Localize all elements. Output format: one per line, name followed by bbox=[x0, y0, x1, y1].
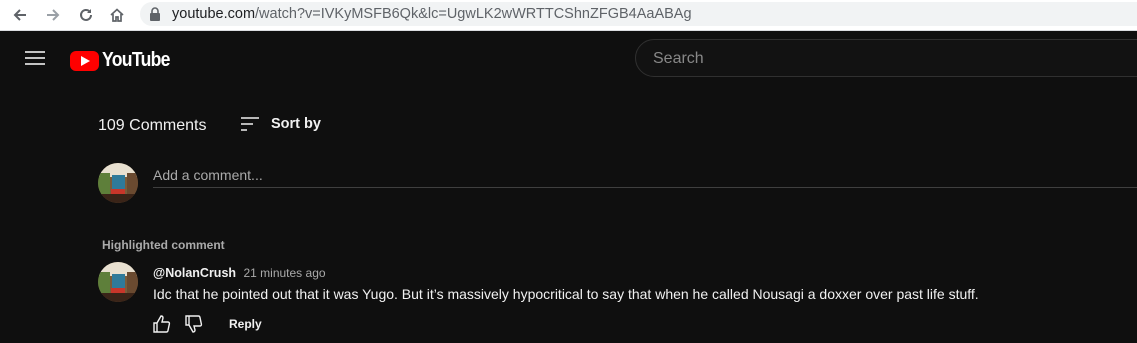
hamburger-menu-icon bbox=[25, 51, 45, 65]
thumbs-down-icon bbox=[185, 315, 203, 333]
reload-icon bbox=[80, 8, 92, 21]
home-button[interactable] bbox=[105, 3, 129, 27]
url-path: /watch?v=IVKyMSFB6Qk&lc=UgwLK2wWRTTCShnZ… bbox=[255, 6, 692, 22]
browser-toolbar: youtube.com/watch?v=IVKyMSFB6Qk&lc=UgwLK… bbox=[0, 0, 1137, 31]
sort-button[interactable]: Sort by bbox=[241, 116, 321, 132]
like-button[interactable] bbox=[152, 314, 172, 339]
address-bar[interactable]: youtube.com/watch?v=IVKyMSFB6Qk&lc=UgwLK… bbox=[140, 2, 1137, 26]
reload-button[interactable] bbox=[74, 3, 98, 27]
dislike-button[interactable] bbox=[184, 314, 204, 339]
youtube-play-icon bbox=[70, 50, 99, 71]
forward-button[interactable] bbox=[41, 3, 65, 27]
comment-header: @NolanCrush 21 minutes ago bbox=[153, 264, 326, 282]
lock-icon bbox=[150, 7, 160, 21]
commenter-avatar[interactable] bbox=[98, 262, 138, 302]
reply-button[interactable]: Reply bbox=[229, 317, 262, 331]
search-box[interactable] bbox=[635, 39, 1137, 77]
guide-menu-button[interactable] bbox=[24, 49, 46, 72]
thumbs-up-icon bbox=[153, 315, 171, 333]
arrow-right-icon bbox=[47, 9, 60, 21]
comment-text: Idc that he pointed out that it was Yugo… bbox=[153, 286, 979, 302]
add-comment-input[interactable] bbox=[153, 163, 1137, 188]
comment-author[interactable]: @NolanCrush bbox=[153, 266, 236, 280]
search-input[interactable] bbox=[651, 49, 1055, 69]
youtube-logo[interactable]: YouTube bbox=[70, 49, 179, 72]
address-url: youtube.com/watch?v=IVKyMSFB6Qk&lc=UgwLK… bbox=[172, 6, 692, 22]
user-avatar bbox=[98, 163, 138, 203]
sort-icon bbox=[241, 117, 259, 131]
comment-count: 109 Comments bbox=[98, 117, 207, 134]
sort-label: Sort by bbox=[271, 116, 321, 132]
logo-text: YouTube bbox=[102, 49, 170, 71]
comment-time[interactable]: 21 minutes ago bbox=[243, 266, 325, 280]
home-icon bbox=[110, 8, 124, 22]
arrow-left-icon bbox=[13, 9, 26, 21]
back-button[interactable] bbox=[8, 3, 32, 27]
highlighted-comment-label: Highlighted comment bbox=[102, 238, 225, 252]
url-host: youtube.com bbox=[172, 6, 256, 22]
